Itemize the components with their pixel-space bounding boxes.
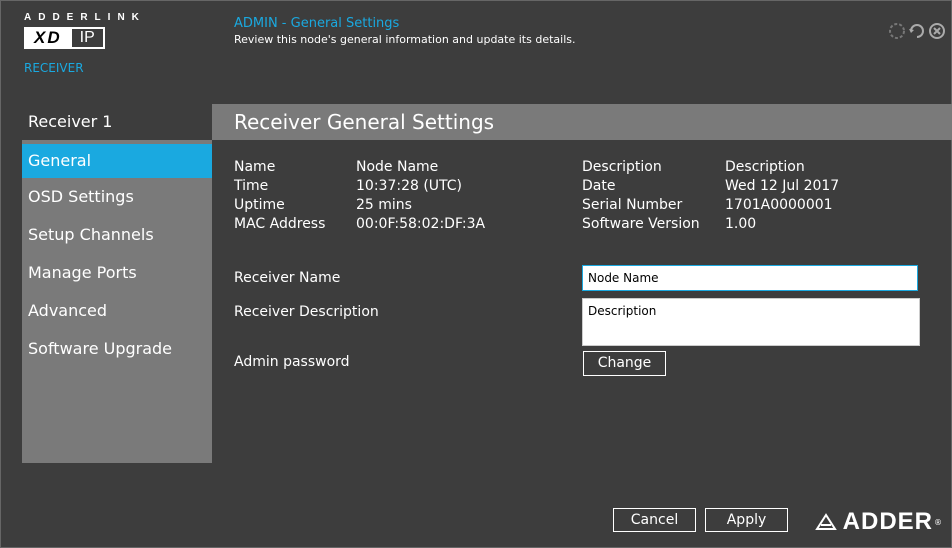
sidebar: Receiver 1 General OSD Settings Setup Ch… <box>22 104 212 463</box>
adder-logo: ADDER ® <box>814 508 942 536</box>
adder-wordmark: ADDER <box>842 508 933 535</box>
info-left-values: Node Name 10:37:28 (UTC) 25 mins 00:0F:5… <box>356 158 485 234</box>
page-title: ADMIN - General Settings <box>234 16 400 31</box>
info-label: Software Version <box>582 216 700 232</box>
adderlink-logo: ADDERLINK XD IP RECEIVER <box>24 12 146 75</box>
window-controls <box>888 22 946 40</box>
description-value: Description <box>725 159 805 175</box>
apply-button[interactable]: Apply <box>705 508 788 532</box>
logo-wordmark: ADDERLINK <box>24 12 146 23</box>
info-left-labels: Name Time Uptime MAC Address <box>234 158 325 234</box>
info-label: Serial Number <box>582 197 683 213</box>
receiver-name-label: Receiver Name <box>234 270 341 286</box>
info-right-labels: Description Date Serial Number Software … <box>582 158 700 234</box>
sidebar-item-manage-ports[interactable]: Manage Ports <box>22 254 212 292</box>
info-label: MAC Address <box>234 216 326 232</box>
panel-title: Receiver General Settings <box>234 110 495 134</box>
help-icon[interactable] <box>888 22 906 40</box>
sidebar-item-general[interactable]: General <box>22 144 212 178</box>
admin-password-label: Admin password <box>234 354 350 370</box>
page-description: Review this node's general information a… <box>234 33 576 46</box>
info-label: Description <box>582 159 662 175</box>
logo-product: XD IP <box>24 27 146 49</box>
sidebar-item-osd-settings[interactable]: OSD Settings <box>22 178 212 216</box>
info-label: Date <box>582 178 616 194</box>
panel-header: Receiver General Settings <box>212 104 952 140</box>
logo-subtitle: RECEIVER <box>24 61 84 75</box>
info-label: Uptime <box>234 197 285 213</box>
sidebar-heading: Receiver 1 <box>22 104 212 140</box>
software-version-value: 1.00 <box>725 216 757 232</box>
receiver-name-input[interactable]: Node Name <box>582 265 918 291</box>
sidebar-item-advanced[interactable]: Advanced <box>22 292 212 330</box>
refresh-icon[interactable] <box>908 22 926 40</box>
logo-ip: IP <box>71 27 105 49</box>
receiver-description-label: Receiver Description <box>234 304 379 320</box>
registered-mark: ® <box>934 517 942 527</box>
node-name-value: Node Name <box>356 159 439 175</box>
receiver-description-input[interactable]: Description <box>582 298 920 346</box>
logo-xd: XD <box>24 27 72 49</box>
sidebar-item-setup-channels[interactable]: Setup Channels <box>22 216 212 254</box>
date-value: Wed 12 Jul 2017 <box>725 178 840 194</box>
close-icon[interactable] <box>928 22 946 40</box>
info-label: Name <box>234 159 276 175</box>
serial-number-value: 1701A0000001 <box>725 197 833 213</box>
adder-mark-icon <box>814 513 837 531</box>
cancel-button[interactable]: Cancel <box>613 508 696 532</box>
change-password-button[interactable]: Change <box>583 351 666 376</box>
time-value: 10:37:28 (UTC) <box>356 178 463 194</box>
uptime-value: 25 mins <box>356 197 412 213</box>
mac-address-value: 00:0F:58:02:DF:3A <box>356 216 486 232</box>
sidebar-item-software-upgrade[interactable]: Software Upgrade <box>22 330 212 368</box>
info-label: Time <box>234 178 269 194</box>
info-right-values: Description Wed 12 Jul 2017 1701A0000001… <box>725 158 839 234</box>
